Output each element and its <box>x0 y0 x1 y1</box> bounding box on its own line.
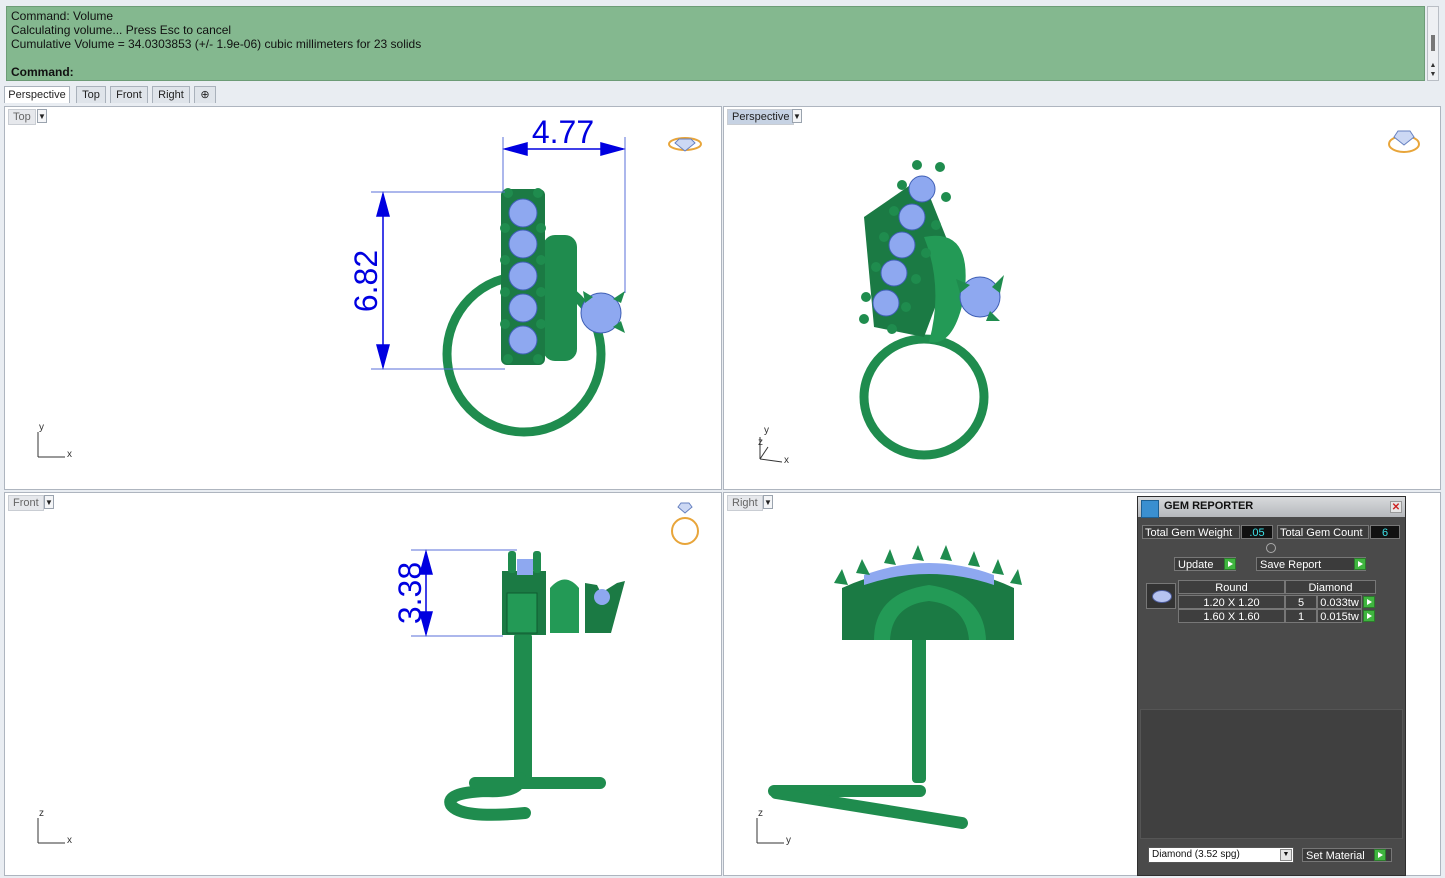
tab-perspective[interactable]: Perspective <box>4 86 70 103</box>
axis-z-label: z <box>758 437 763 448</box>
scroll-up-icon[interactable]: ▲ <box>1429 62 1437 70</box>
command-history: Command: Volume Calculating volume... Pr… <box>6 6 1425 81</box>
ring-view-icon <box>671 502 699 545</box>
set-material-label: Set Material <box>1306 850 1365 862</box>
chevron-down-icon[interactable]: ▼ <box>37 109 47 123</box>
save-report-label: Save Report <box>1260 559 1322 571</box>
viewport-top[interactable]: 4.77 6.82 Top ▼ y x <box>4 106 722 490</box>
table-row-weight: 0.033tw <box>1317 595 1362 609</box>
axis-x-label: x <box>67 835 72 846</box>
save-report-go-icon[interactable] <box>1354 558 1366 570</box>
viewport-perspective[interactable]: Perspective ▼ y z x <box>723 106 1441 490</box>
chevron-down-icon[interactable]: ▼ <box>1280 849 1292 861</box>
viewport-title-top[interactable]: Top <box>8 109 36 125</box>
dimension-height: 3.38 <box>392 562 428 624</box>
viewport-front[interactable]: 3.38 Front ▼ z x <box>4 492 722 876</box>
command-line: Command: Volume <box>11 9 114 23</box>
set-material-go-icon[interactable] <box>1374 849 1386 861</box>
gem-preview-area <box>1140 709 1403 839</box>
chevron-down-icon[interactable]: ▼ <box>44 495 54 509</box>
chevron-down-icon[interactable]: ▼ <box>792 109 802 123</box>
command-prompt[interactable]: Command: <box>11 65 74 79</box>
update-go-icon[interactable] <box>1224 558 1236 570</box>
table-row-size: 1.20 X 1.20 <box>1178 595 1285 609</box>
command-line: Cumulative Volume = 34.0303853 (+/- 1.9e… <box>11 37 422 51</box>
axis-y-label: y <box>786 835 791 846</box>
material-select[interactable]: Diamond (3.52 spg) ▼ <box>1148 847 1294 863</box>
row-select-go-icon[interactable] <box>1363 596 1375 608</box>
gem-reporter-logo-icon <box>1141 500 1159 518</box>
viewport-title-right[interactable]: Right <box>727 495 763 511</box>
dimension-width: 4.77 <box>532 114 594 150</box>
table-header-shape: Round <box>1178 580 1285 594</box>
chevron-down-icon[interactable]: ▼ <box>763 495 773 509</box>
axis-x-label: x <box>784 455 789 466</box>
table-row-count: 5 <box>1285 595 1317 609</box>
save-report-button[interactable]: Save Report <box>1256 557 1366 571</box>
top-view-drawing: 4.77 6.82 <box>37 114 702 458</box>
tab-top[interactable]: Top <box>76 86 106 103</box>
total-gem-count-label: Total Gem Count <box>1277 525 1369 539</box>
total-gem-weight-label: Total Gem Weight <box>1142 525 1240 539</box>
scrollbar-thumb[interactable] <box>1431 35 1435 51</box>
add-tab-plus-icon[interactable]: ⊕ <box>194 86 216 103</box>
collapse-toggle-icon[interactable] <box>1266 543 1276 553</box>
table-row-count: 1 <box>1285 609 1317 623</box>
row-select-go-icon[interactable] <box>1363 610 1375 622</box>
axis-y-label: y <box>39 422 44 433</box>
tab-front[interactable]: Front <box>110 86 148 103</box>
table-row-weight: 0.015tw <box>1317 609 1362 623</box>
dimension-height: 6.82 <box>348 250 384 312</box>
gem-reporter-panel: GEM REPORTER ✕ Total Gem Weight .05 Tota… <box>1137 496 1406 876</box>
round-gem-thumbnail-icon <box>1146 583 1176 609</box>
material-select-value: Diamond (3.52 spg) <box>1152 849 1240 860</box>
viewport-title-front[interactable]: Front <box>8 495 44 511</box>
axis-y-label: y <box>764 425 769 436</box>
tab-right[interactable]: Right <box>152 86 190 103</box>
viewport-title-perspective[interactable]: Perspective <box>727 109 795 125</box>
front-view-drawing: 3.38 <box>37 502 699 844</box>
perspective-view-drawing <box>759 130 1420 463</box>
axis-z-label: z <box>39 808 44 819</box>
command-line: Calculating volume... Press Esc to cance… <box>11 23 232 37</box>
close-icon[interactable]: ✕ <box>1390 501 1402 513</box>
total-gem-weight-value: .05 <box>1241 525 1273 539</box>
ring-view-icon <box>1388 130 1420 153</box>
ring-view-icon <box>668 137 702 152</box>
axis-z-label: z <box>758 808 763 819</box>
table-row-size: 1.60 X 1.60 <box>1178 609 1285 623</box>
gem-reporter-title: GEM REPORTER <box>1164 500 1254 512</box>
total-gem-count-value: 6 <box>1370 525 1400 539</box>
command-scrollbar[interactable]: ▲ ▼ <box>1427 6 1439 81</box>
scroll-down-icon[interactable]: ▼ <box>1429 71 1437 79</box>
update-label: Update <box>1178 559 1214 571</box>
axis-x-label: x <box>67 449 72 460</box>
gem-reporter-titlebar[interactable]: GEM REPORTER ✕ <box>1138 497 1405 518</box>
table-header-material: Diamond <box>1285 580 1376 594</box>
